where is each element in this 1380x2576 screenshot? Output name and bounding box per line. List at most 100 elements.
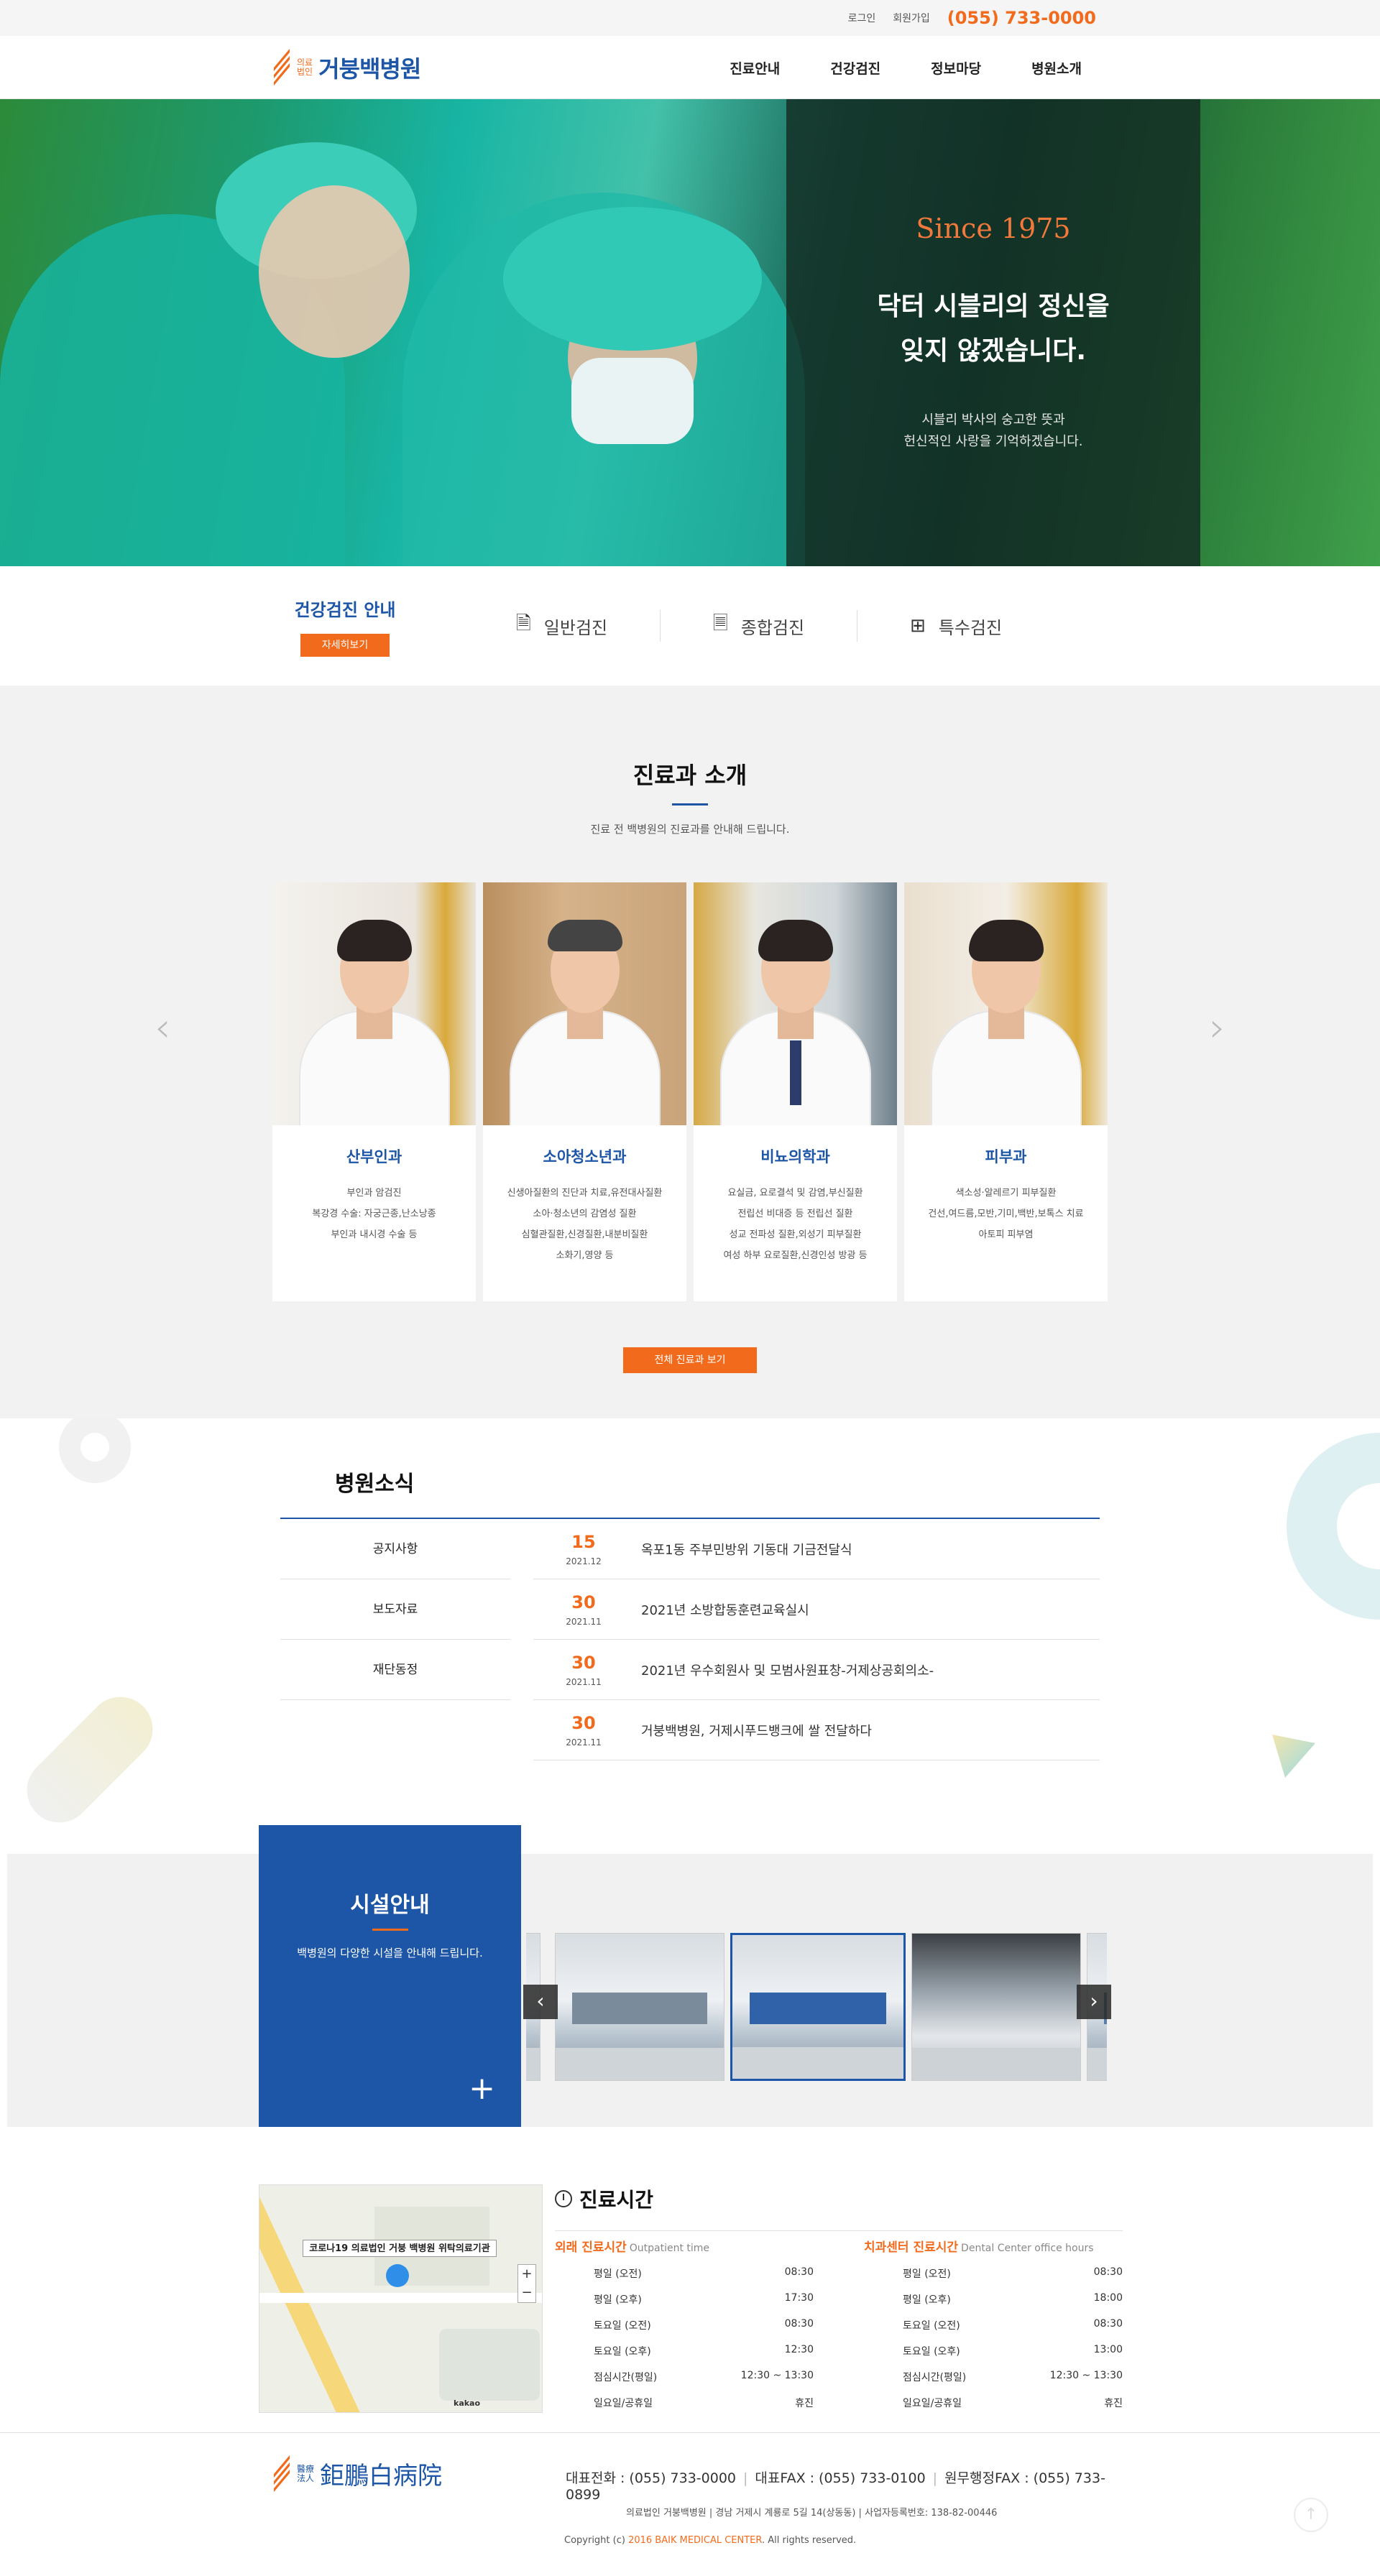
nav-item-treatment[interactable]: 진료안내 [730, 58, 780, 78]
outpatient-title: 외래 진료시간 Outpatient time [555, 2240, 710, 2255]
checkup-item-label: 일반검진 [543, 617, 608, 638]
department-card-dermatology[interactable]: 피부과 색소성·알레르기 피부질환 건선,여드름,모반,기미,백반,보톡스 치료 아… [904, 882, 1108, 1301]
decor-arc [1287, 1433, 1380, 1620]
logo-text: 거붕백병원 [318, 55, 421, 83]
facility-desc: 백병원의 다양한 시설을 안내해 드립니다. [297, 1947, 483, 1959]
hours-row: 평일 (오전) 08:30 [903, 2266, 1123, 2280]
checkup-item-special[interactable]: ⊞ 특수검진 [857, 610, 1054, 642]
clock-icon [555, 2190, 572, 2207]
logo-small-text: 의료 법인 [297, 57, 313, 77]
map-pin-icon[interactable] [386, 2264, 409, 2287]
doctor-photo [483, 882, 686, 1125]
hours-row: 토요일 (오전) 08:30 [594, 2318, 814, 2332]
facility-photo[interactable] [911, 1933, 1081, 2081]
join-link[interactable]: 회원가입 [893, 11, 930, 25]
news-item-title[interactable]: 2021년 우수회원사 및 모범사원표창-거제상공회의소- [641, 1661, 934, 1679]
checkup-title: 건강검진 안내 [294, 599, 396, 620]
plus-icon[interactable]: + [469, 2070, 495, 2107]
hours-row: 토요일 (오전) 08:30 [903, 2318, 1123, 2332]
department-desc: 신생아질환의 진단과 치료,유전대사질환 소아·청소년의 감염성 질환 심혈관질환,… [507, 1188, 663, 1261]
news-item[interactable]: 30 2021.11 2021년 소방합동훈련교육실시 [533, 1579, 1100, 1640]
news-item[interactable]: 15 2021.12 옥포1동 주부민방위 기동대 기금전달식 [533, 1519, 1100, 1579]
news-date: 30 2021.11 [566, 1712, 602, 1748]
footer-logo[interactable]: 醫療 法人 鉅鵬白病院 [270, 2455, 442, 2492]
facility-photo[interactable] [555, 1933, 724, 2081]
chevron-right-icon[interactable]: › [1077, 1985, 1111, 2019]
footer-copyright: Copyright (c) 2016 BAIK MEDICAL CENTER. … [564, 2535, 857, 2546]
chevron-left-icon[interactable]: ‹ [155, 1005, 170, 1051]
doctor-photo [694, 882, 897, 1125]
checkup-more-button[interactable]: 자세히보기 [300, 633, 390, 657]
decor-triangle [1272, 1735, 1315, 1778]
hero-subtext: 시블리 박사의 숭고한 뜻과 헌신적인 사랑을 기억하겠습니다. [903, 412, 1083, 449]
department-desc: 요실금, 요로결석 및 감염,부신질환 전립선 비대증 등 전립선 질환 성교 전파… [723, 1188, 868, 1261]
hours-box: 진료시간 외래 진료시간 Outpatient time 평일 (오전) 08:30… [555, 2184, 1123, 2410]
hours-row: 일요일/공휴일 휴진 [594, 2398, 814, 2409]
scroll-top-button[interactable]: ↑ [1294, 2498, 1328, 2532]
hero-text: Since 1975 닥터 시블리의 정신을 잊지 않겠습니다. 시블리 박사의… [786, 99, 1200, 566]
checkup-section: 건강검진 안내 자세히보기 🗎 일반검진 🗏 종합검진 ⊞ 특수검진 [0, 566, 1380, 685]
news-item-title[interactable]: 거붕백병원, 거제시푸드뱅크에 쌀 전달하다 [641, 1721, 872, 1740]
title-underline [672, 803, 708, 805]
department-desc: 색소성·알레르기 피부질환 건선,여드름,모반,기미,백반,보톡스 치료 아토피 피… [928, 1188, 1084, 1240]
hero-photo-cap-2 [503, 207, 762, 351]
login-link[interactable]: 로그인 [848, 11, 876, 25]
hero-since: Since 1975 [916, 213, 1071, 244]
departments-section: 진료과 소개 진료 전 백병원의 진료과를 안내해 드립니다. ‹ 산부인과 부… [0, 685, 1380, 1418]
facility-box[interactable]: 시설안내 백병원의 다양한 시설을 안내해 드립니다. + [259, 1825, 521, 2127]
nav-item-info[interactable]: 정보마당 [931, 58, 981, 78]
department-card-obgyn[interactable]: 산부인과 부인과 암검진 복강경 수술: 자궁근종,난소낭종 부인과 내시경 수술 … [272, 882, 476, 1301]
news-title: 병원소식 [335, 1472, 415, 1497]
hours-row: 평일 (오후) 17:30 [594, 2292, 814, 2306]
department-name: 산부인과 [346, 1148, 402, 1165]
news-item-title[interactable]: 옥포1동 주부민방위 기동대 기금전달식 [641, 1540, 852, 1559]
news-item[interactable]: 30 2021.11 2021년 우수회원사 및 모범사원표창-거제상공회의소- [533, 1640, 1100, 1700]
decor-pill [13, 1683, 167, 1825]
news-item[interactable]: 30 2021.11 거붕백병원, 거제시푸드뱅크에 쌀 전달하다 [533, 1700, 1100, 1760]
checkup-title-box: 건강검진 안내 자세히보기 [270, 596, 420, 657]
title-underline [372, 1929, 408, 1931]
nav-item-checkup[interactable]: 건강검진 [830, 58, 880, 78]
tab-press[interactable]: 보도자료 [280, 1579, 510, 1640]
map-brand: kakao [454, 2399, 481, 2408]
facility-gallery [526, 1933, 1107, 2081]
phone-number: (055) 733-0000 [947, 8, 1096, 28]
zoom-out-icon[interactable]: − [518, 2284, 535, 2302]
chevron-right-icon[interactable]: › [1210, 1005, 1225, 1051]
footer-logo-small: 醫療 法人 [297, 2463, 315, 2483]
tab-notice[interactable]: 공지사항 [280, 1519, 510, 1579]
hero-headline: 닥터 시블리의 정신을 잊지 않겠습니다. [877, 292, 1110, 366]
department-cards: ‹ 산부인과 부인과 암검진 복강경 수술: 자궁근종,난소낭종 부인과 내시경 수… [155, 882, 1225, 1301]
hours-title: 진료시간 [555, 2184, 1123, 2213]
news-date: 15 2021.12 [566, 1531, 602, 1566]
decor-ring [59, 1418, 131, 1483]
all-departments-button[interactable]: 전체 진료과 보기 [623, 1347, 757, 1373]
dental-title: 치과센터 진료시간 Dental Center office hours [864, 2240, 1094, 2255]
hours-row: 점심시간(평일) 12:30 ~ 13:30 [594, 2370, 814, 2383]
outpatient-hours: 외래 진료시간 Outpatient time 평일 (오전) 08:30 평일 (… [555, 2237, 814, 2410]
tab-foundation[interactable]: 재단동정 [280, 1640, 510, 1700]
map-label: 코로나19 의료법인 거붕 백병원 위탁의료기관 [303, 2240, 497, 2257]
zoom-in-icon[interactable]: + [518, 2265, 535, 2284]
department-card-pediatrics[interactable]: 소아청소년과 신생아질환의 진단과 치료,유전대사질환 소아·청소년의 감염성 질… [483, 882, 686, 1301]
facility-section: 시설안내 백병원의 다양한 시설을 안내해 드립니다. + ‹ › [0, 1825, 1380, 2134]
document-filled-icon: 🗏 [712, 613, 728, 634]
hero-photo-face-1 [259, 185, 410, 358]
departments-desc: 진료 전 백병원의 진료과를 안내해 드립니다. [590, 823, 790, 836]
chevron-left-icon[interactable]: ‹ [523, 1985, 558, 2019]
nav-item-about[interactable]: 병원소개 [1031, 58, 1082, 78]
department-desc: 부인과 암검진 복강경 수술: 자궁근종,난소낭종 부인과 내시경 수술 등 [312, 1188, 436, 1240]
location-map[interactable]: 코로나19 의료법인 거붕 백병원 위탁의료기관 + − kakao [259, 2184, 543, 2413]
top-bar: 로그인 회원가입 (055) 733-0000 [0, 0, 1380, 36]
facility-photo-selected[interactable] [730, 1933, 906, 2081]
doctor-photo [272, 882, 476, 1125]
logo[interactable]: 의료 법인 거붕백병원 [270, 48, 421, 86]
department-card-urology[interactable]: 비뇨의학과 요실금, 요로결석 및 감염,부신질환 전립선 비대증 등 전립선 질… [694, 882, 897, 1301]
checkup-items: 🗎 일반검진 🗏 종합검진 ⊞ 특수검진 [464, 610, 1054, 642]
news-tabs: 공지사항 보도자료 재단동정 [280, 1519, 510, 1760]
checkup-item-general[interactable]: 🗎 일반검진 [464, 610, 661, 642]
news-item-title[interactable]: 2021년 소방합동훈련교육실시 [641, 1600, 809, 1619]
checkup-item-label: 특수검진 [938, 617, 1003, 638]
map-zoom-control[interactable]: + − [518, 2264, 536, 2303]
checkup-item-comprehensive[interactable]: 🗏 종합검진 [661, 610, 857, 642]
